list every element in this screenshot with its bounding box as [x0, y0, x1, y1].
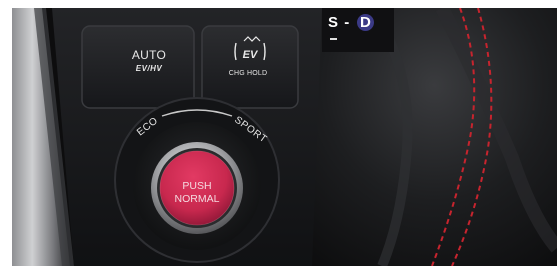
- push-label: PUSH: [182, 180, 212, 192]
- gear-minus-indicator: [330, 38, 337, 40]
- ev-hv-label: EV/HV: [135, 64, 163, 73]
- push-normal-label: PUSH NORMAL: [162, 180, 232, 206]
- car-console-photo: EV ECO SPORT AUTO EV/HV CHG HOLD PUSH NO…: [12, 8, 557, 266]
- console-scene: EV ECO SPORT: [12, 8, 557, 266]
- svg-text:EV: EV: [243, 49, 259, 61]
- gear-s: S: [328, 14, 340, 31]
- gear-separator: -: [344, 14, 351, 31]
- chg-hold-label: CHG HOLD: [228, 70, 268, 77]
- gear-d: D: [357, 14, 375, 31]
- normal-label: NORMAL: [174, 193, 220, 205]
- auto-label: AUTO: [131, 48, 167, 62]
- shift-indicator: S - D: [328, 14, 375, 31]
